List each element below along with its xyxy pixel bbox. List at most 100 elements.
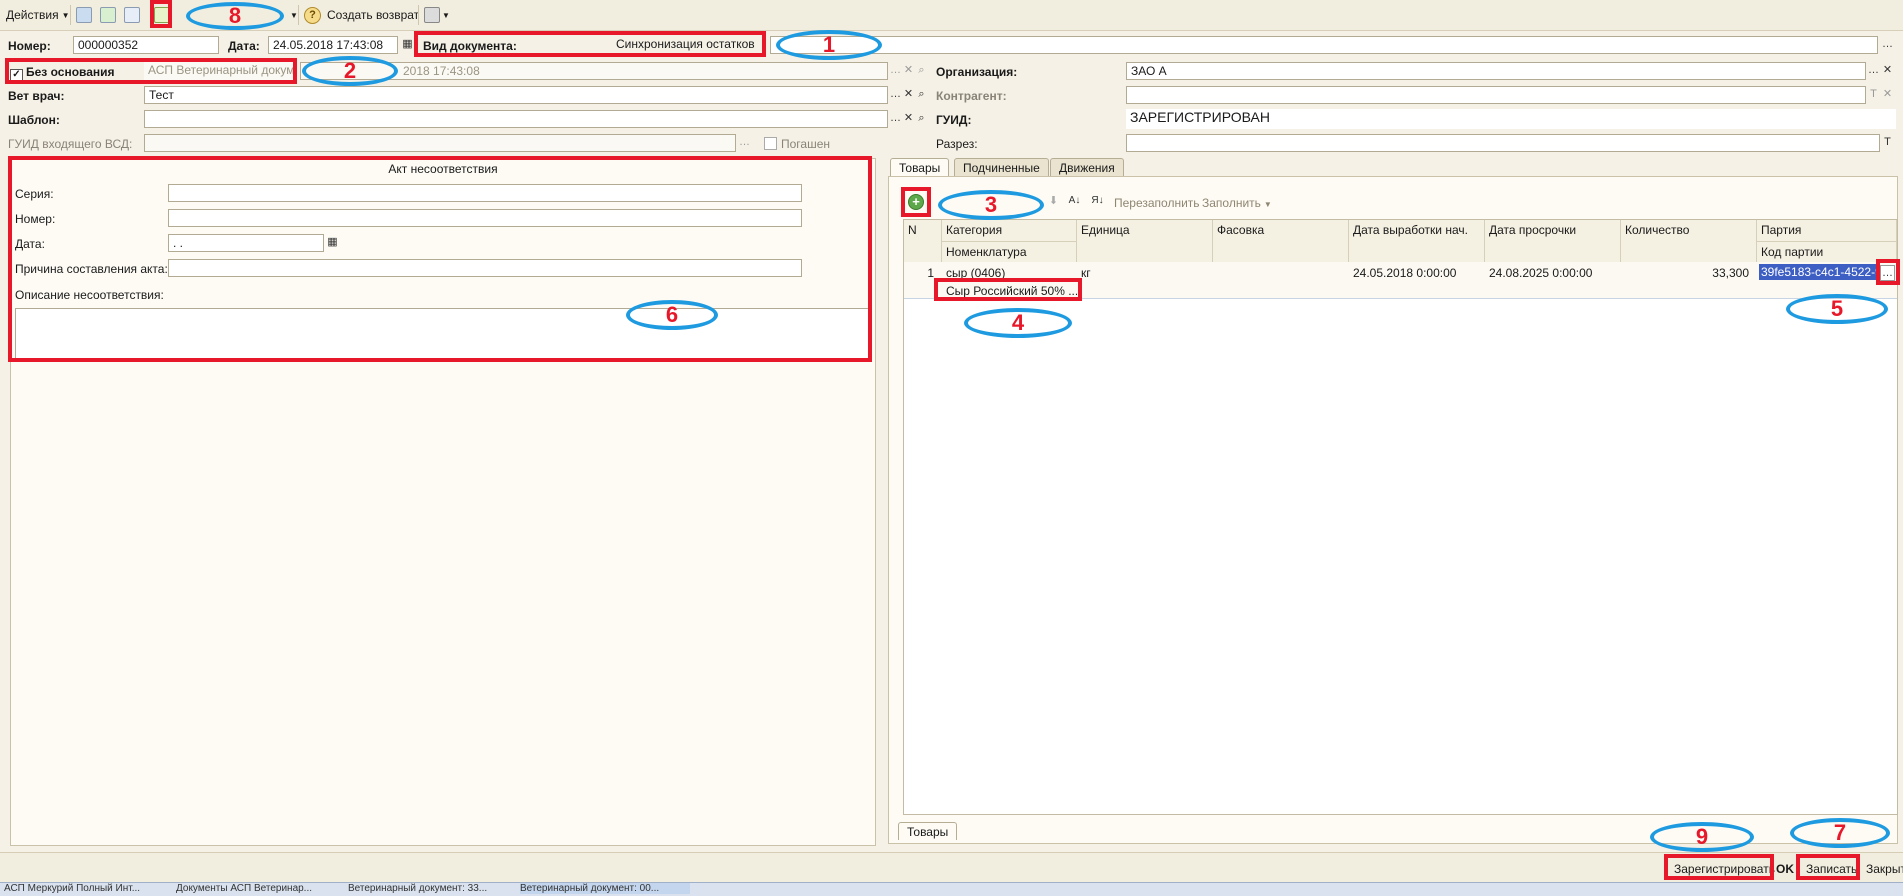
- annotation-box-2: [5, 58, 297, 84]
- post-and-close-button[interactable]: [76, 6, 92, 24]
- clear-icon[interactable]: ✕: [1880, 63, 1895, 79]
- annotation-ellipse-7: 7: [1790, 818, 1890, 848]
- type-icon[interactable]: T: [1880, 135, 1895, 151]
- type-icon[interactable]: T: [1866, 87, 1881, 103]
- annotation-ellipse-5: 5: [1786, 294, 1888, 324]
- refill-button[interactable]: Перезаполнить: [1114, 196, 1200, 210]
- vet-field[interactable]: Тест: [144, 86, 888, 104]
- column-n[interactable]: N: [904, 220, 942, 262]
- column-quantity[interactable]: Количество: [1621, 220, 1757, 262]
- annotation-box-4: [934, 278, 1082, 301]
- annotation-box-9: [1664, 854, 1774, 880]
- chevron-down-icon: ▼: [61, 10, 70, 20]
- select-button[interactable]: …: [1880, 37, 1895, 53]
- annotation-box-8: [150, 0, 172, 28]
- annotation-ellipse-6: 6: [626, 300, 718, 330]
- goods-table: [903, 219, 1898, 815]
- incoming-guid-field[interactable]: [144, 134, 736, 152]
- create-return-button[interactable]: Создать возврат: [327, 6, 419, 24]
- select-button[interactable]: …: [737, 135, 752, 151]
- annotation-box-5: [1876, 259, 1900, 285]
- tab-movements[interactable]: Движения: [1050, 158, 1124, 177]
- column-packing[interactable]: Фасовка: [1213, 220, 1349, 262]
- checkbox-icon: [764, 137, 777, 150]
- table-footer-tab[interactable]: Товары: [898, 822, 958, 840]
- organization-field[interactable]: ЗАО А: [1126, 62, 1866, 80]
- number-field[interactable]: 000000352: [73, 36, 219, 54]
- cell-batch[interactable]: 39fe5183-c4c1-4522-91: [1759, 264, 1877, 280]
- dropdown-arrow[interactable]: ▼: [290, 6, 298, 24]
- template-field[interactable]: [144, 110, 888, 128]
- printer-icon: [424, 7, 440, 23]
- chevron-down-icon: ▼: [442, 10, 450, 20]
- taskbar-item[interactable]: Ветеринарный документ: 33...: [348, 883, 516, 894]
- help-button[interactable]: ?: [304, 6, 321, 24]
- chevron-down-icon: ▼: [1263, 200, 1272, 209]
- annotation-ellipse-4: 4: [964, 308, 1072, 338]
- select-button[interactable]: …: [1866, 63, 1881, 79]
- column-batch[interactable]: Партия: [1757, 220, 1897, 241]
- calendar-icon[interactable]: ▦: [400, 37, 415, 53]
- cell-quantity[interactable]: 33,300: [1621, 263, 1753, 283]
- help-icon: ?: [304, 6, 321, 24]
- bottom-bar: [0, 852, 1903, 883]
- sort-desc-icon[interactable]: Я↓: [1090, 194, 1105, 210]
- search-icon[interactable]: ⌕: [914, 111, 929, 127]
- main-toolbar: Действия ▼ ▼ ? Создать возврат ▼: [0, 0, 1903, 31]
- annotation-ellipse-8: 8: [186, 2, 284, 30]
- repaid-checkbox[interactable]: Погашен: [764, 137, 830, 151]
- column-nomenclature[interactable]: Номенклатура: [942, 241, 1077, 262]
- column-unit[interactable]: Единица: [1077, 220, 1213, 262]
- chevron-down-icon: ▼: [290, 10, 298, 20]
- search-icon[interactable]: ⌕: [914, 87, 929, 103]
- post-close-icon: [76, 7, 92, 23]
- permit-field[interactable]: [1126, 134, 1880, 152]
- organization-label: Организация:: [936, 65, 1018, 79]
- print-button[interactable]: ▼: [424, 6, 450, 24]
- template-label: Шаблон:: [8, 113, 60, 127]
- annotation-ellipse-1: 1: [776, 30, 882, 60]
- annotation-ellipse-2: 2: [302, 56, 398, 86]
- close-button[interactable]: Закрыть: [1860, 860, 1903, 878]
- search-icon[interactable]: ⌕: [914, 63, 929, 79]
- cell-packing[interactable]: [1213, 263, 1349, 269]
- annotation-box-7: [1796, 854, 1860, 880]
- annotation-box-6: [8, 156, 872, 362]
- tab-goods[interactable]: Товары: [890, 158, 950, 177]
- refresh-button[interactable]: [124, 6, 140, 24]
- cell-unit[interactable]: кг: [1077, 263, 1213, 283]
- contractor-label: Контрагент:: [936, 89, 1007, 103]
- cell-production-date[interactable]: 24.05.2018 0:00:00: [1349, 263, 1485, 283]
- column-production-date[interactable]: Дата выработки нач.: [1349, 220, 1485, 262]
- taskbar-item[interactable]: Документы АСП Ветеринар...: [176, 883, 336, 894]
- annotation-ellipse-3: 3: [938, 190, 1044, 220]
- annotation-box-1: [414, 31, 766, 57]
- annotation-box-3: [901, 187, 931, 217]
- doc-type-extra-field[interactable]: [770, 36, 1878, 54]
- guid-label: ГУИД:: [936, 113, 972, 127]
- cell-expiry-date[interactable]: 24.08.2025 0:00:00: [1485, 263, 1621, 283]
- clear-icon[interactable]: ✕: [1880, 87, 1895, 103]
- move-down-icon[interactable]: ⬇: [1046, 194, 1061, 210]
- incoming-guid-label: ГУИД входящего ВСД:: [8, 137, 133, 151]
- taskbar-item[interactable]: Ветеринарный документ: 00...: [520, 883, 690, 894]
- date-label: Дата:: [228, 39, 260, 53]
- vet-label: Вет врач:: [8, 89, 65, 103]
- contractor-field[interactable]: [1126, 86, 1866, 104]
- sort-asc-icon[interactable]: A↓: [1067, 194, 1082, 210]
- column-expiry-date[interactable]: Дата просрочки: [1485, 220, 1621, 262]
- actions-menu[interactable]: Действия ▼: [6, 6, 70, 24]
- permit-label: Разрез:: [936, 137, 978, 151]
- taskbar-item[interactable]: АСП Меркурий Полный Инт...: [4, 883, 164, 894]
- post-button[interactable]: [100, 6, 116, 24]
- refresh-icon: [124, 7, 140, 23]
- date-field[interactable]: 24.05.2018 17:43:08: [268, 36, 398, 54]
- guid-status-field: ЗАРЕГИСТРИРОВАН: [1126, 109, 1896, 129]
- post-icon: [100, 7, 116, 23]
- column-category[interactable]: Категория: [942, 220, 1077, 241]
- tab-subordinate[interactable]: Подчиненные: [954, 158, 1049, 177]
- fill-menu[interactable]: Заполнить ▼: [1202, 196, 1272, 210]
- annotation-ellipse-9: 9: [1650, 822, 1754, 852]
- number-label: Номер:: [8, 39, 51, 53]
- row-number: 1: [927, 266, 934, 280]
